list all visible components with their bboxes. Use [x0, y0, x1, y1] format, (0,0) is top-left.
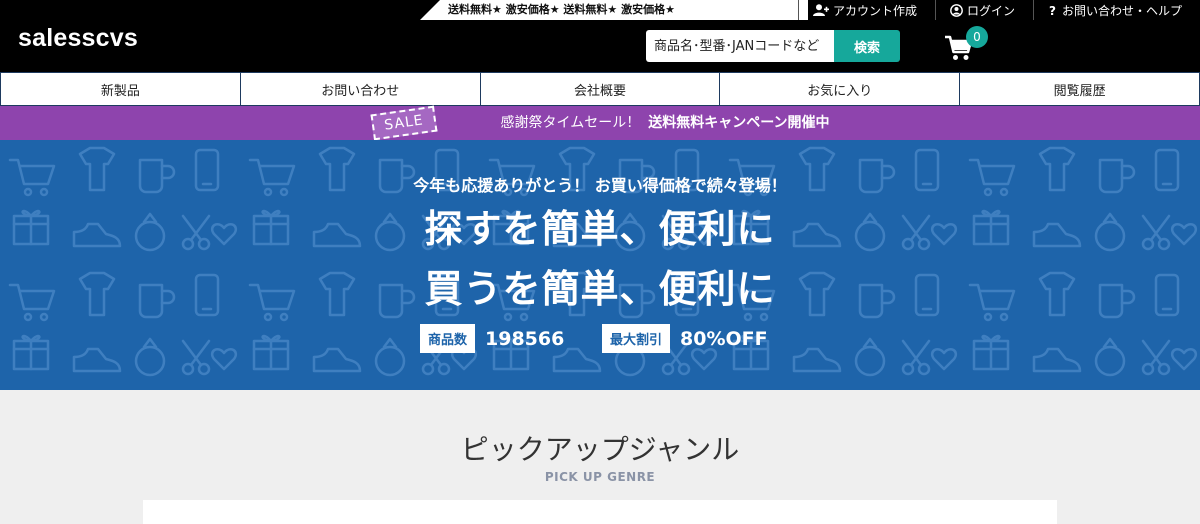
- product-count-label: 商品数: [420, 324, 476, 353]
- site-header: 送料無料★ 激安価格★ 送料無料★ 激安価格★ アカウント作成 ログイン ? お: [0, 0, 1200, 72]
- hero-subtitle: 今年も応援ありがとう！ お買い得価格で続々登場！: [413, 176, 787, 195]
- max-discount-value: 80%OFF: [680, 327, 768, 350]
- sale-banner[interactable]: 感謝祭タイムセール！ 送料無料キャンペーン開催中 SALE: [0, 105, 1200, 141]
- nav-item-company[interactable]: 会社概要: [479, 72, 721, 106]
- login-link[interactable]: ログイン: [934, 0, 1033, 20]
- main-nav: 新製品 お問い合わせ 会社概要 お気に入り 閲覧履歴: [0, 72, 1200, 106]
- pickup-genre-panel: [143, 500, 1057, 524]
- create-account-link[interactable]: アカウント作成: [797, 0, 935, 20]
- user-plus-icon: [812, 4, 829, 16]
- svg-text:?: ?: [1049, 4, 1056, 17]
- hero-banner: 今年も応援ありがとう！ お買い得価格で続々登場！ 探すを簡単、便利に 買うを簡単…: [0, 140, 1200, 390]
- search-bar: 検索: [646, 30, 900, 62]
- top-links: アカウント作成 ログイン ? お問い合わせ・ヘルプ: [797, 0, 1200, 20]
- sale-highlight: 送料無料キャンペーン開催中: [648, 115, 830, 131]
- hero-content: 今年も応援ありがとう！ お買い得価格で続々登場！ 探すを簡単、便利に 買うを簡単…: [0, 140, 1200, 390]
- hero-headline-2: 買うを簡単、便利に: [424, 267, 776, 311]
- site-logo[interactable]: salesscvs: [18, 24, 138, 53]
- stat-product-count: 商品数 198566: [420, 324, 564, 353]
- nav-item-favorites[interactable]: お気に入り: [719, 72, 961, 106]
- cart-count-badge: 0: [966, 26, 988, 48]
- nav-item-history[interactable]: 閲覧履歴: [959, 72, 1200, 106]
- sale-banner-text: 感謝祭タイムセール！ 送料無料キャンペーン開催中: [0, 106, 1200, 140]
- max-discount-label: 最大割引: [602, 324, 671, 353]
- pickup-subtitle: PICK UP GENRE: [544, 470, 656, 484]
- search-button[interactable]: 検索: [834, 30, 900, 62]
- hero-headline-1: 探すを簡単、便利に: [424, 207, 776, 251]
- product-count-value: 198566: [485, 327, 565, 350]
- search-input[interactable]: [646, 30, 834, 62]
- pickup-title: ピックアップジャンル: [460, 433, 740, 466]
- promo-ticker: 送料無料★ 激安価格★ 送料無料★ 激安価格★: [420, 0, 808, 20]
- help-link[interactable]: ? お問い合わせ・ヘルプ: [1032, 0, 1200, 20]
- sale-message: 感謝祭タイムセール！: [500, 115, 641, 131]
- nav-item-new-products[interactable]: 新製品: [0, 72, 241, 106]
- help-label: お問い合わせ・ヘルプ: [1061, 3, 1182, 18]
- login-label: ログイン: [966, 3, 1015, 18]
- user-circle-icon: [950, 3, 963, 17]
- question-icon: ?: [1049, 4, 1056, 17]
- stat-max-discount: 最大割引 80%OFF: [602, 324, 768, 353]
- nav-item-contact[interactable]: お問い合わせ: [239, 72, 481, 106]
- create-account-label: アカウント作成: [832, 3, 917, 18]
